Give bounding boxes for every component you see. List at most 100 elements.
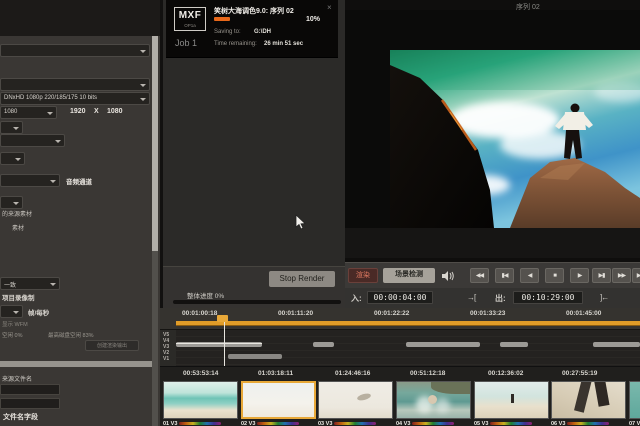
transport-bar: 渲染 场景检测 ◀◀ ▮◀ ◀ ■ ▶ ▶▮ ▶▶ ▶▶▮ [345,262,640,288]
chevron-down-icon [13,202,19,208]
in-point-label: 入: [351,293,362,304]
fps-label: 帧/每秒 [28,307,49,317]
saving-to-value: G:\DH [254,29,271,35]
playhead-line[interactable] [224,322,225,366]
render-queue-panel: MXF OP1a Job 1 笑树大海调色9.0: 序列 02 10% × Sa… [160,0,345,308]
track-label[interactable]: V1 [163,356,169,362]
render-queue-footer: Stop Render 整体进度 0% [163,266,348,308]
rewind-button[interactable]: ◀◀ [470,268,489,283]
stop-render-button[interactable]: Stop Render [269,271,335,287]
resolution-x-separator: X [94,108,99,115]
stop-button[interactable]: ■ [545,268,564,283]
timeline-clip[interactable] [406,342,480,347]
monitor-panel: 序列 02 [345,0,640,308]
play-button[interactable]: ▶ [570,268,589,283]
fast-forward-button[interactable]: ▶▶ [612,268,631,283]
mark-out-icon[interactable]: ]← [600,293,608,302]
clip-timecode: 00:51:12:18 [410,370,445,377]
timeline-ruler[interactable]: 00:01:00:18 00:01:11:20 00:01:22:22 00:0… [160,308,640,330]
format-preset-dropdown[interactable]: DNxHD 1080p 220/185/175 10 bits [0,92,150,105]
clip-thumbnail[interactable] [629,381,640,419]
timeline-clip[interactable] [313,342,334,347]
export-dropdown-1[interactable] [0,44,150,57]
app-window: DNxHD 1080p 220/185/175 10 bits 1080 192… [0,0,640,426]
source-filename-label: 来源文件名 [2,374,32,383]
audio-channel-dropdown[interactable] [0,174,60,187]
create-output-button[interactable]: 创建渲染输出 [85,340,139,351]
job-percent: 10% [306,16,320,23]
timeline-clip[interactable] [593,342,640,347]
clip-label: 03 V3 [318,421,332,426]
out-point-value[interactable]: 00:10:29:00 [513,291,583,304]
match-setting-dropdown[interactable]: 一致 [0,277,60,290]
render-button[interactable]: 渲染 [348,268,378,283]
scrollbar-thumb[interactable] [152,36,158,251]
clip-timecode: 00:27:55:19 [562,370,597,377]
ruler-timecode: 00:01:45:00 [566,310,601,317]
mark-in-icon[interactable]: →[ [467,293,475,302]
clip-label: 07 V3 [629,421,640,426]
timeline-panel: 00:01:00:18 00:01:11:20 00:01:22:22 00:0… [160,308,640,426]
clip-bin-strip: 00:53:53:14 01:03:18:11 01:24:46:16 00:5… [160,366,640,426]
wfm-display-label: 显示 WFM [2,320,28,328]
clip-thumbnail-selected[interactable] [241,381,316,419]
timeline-clip[interactable] [228,354,282,359]
preview-lower-mask [345,228,640,258]
export-dropdown-2[interactable] [0,78,150,91]
speaker-icon[interactable] [441,270,455,282]
panel-scrollbar[interactable] [152,36,158,426]
close-icon[interactable]: × [327,3,332,12]
track-header-column: V5 V4 V3 V2 V1 [160,330,176,366]
clip-thumbnail[interactable] [163,381,238,419]
clip-thumbnail[interactable] [318,381,393,419]
color-scope-strip [412,422,454,425]
mxf-format-label: MXF [175,10,205,21]
clip-label: 05 V3 [474,421,488,426]
scene-detect-button[interactable]: 场景检测 [383,268,435,283]
timeline-clip[interactable] [500,342,528,347]
step-back-button[interactable]: ◀ [520,268,539,283]
export-dropdown-4[interactable] [0,134,65,147]
chevron-down-icon [47,112,53,118]
color-scope-strip [334,422,376,425]
crosshair-horizontal [176,343,262,344]
project-record-label: 项目录像制 [2,292,35,302]
frame-width-value: 1920 [70,108,86,115]
color-scope-strip [490,422,532,425]
size-preset-value: 1080 [4,109,17,115]
video-scene [390,50,640,228]
clip-timecode: 01:03:18:11 [258,370,293,377]
export-panel-header [0,0,160,36]
previous-frame-button[interactable]: ▮◀ [495,268,514,283]
playhead-marker[interactable] [217,315,228,322]
disk-max-stat: 最高磁盘空闲 83% [48,331,94,339]
filename-input-2[interactable] [0,398,60,409]
next-frame-button[interactable]: ▶▮ [592,268,611,283]
color-scope-strip [567,422,609,425]
in-point-value[interactable]: 00:00:04:00 [367,291,433,304]
clip-thumbnail[interactable] [474,381,549,419]
size-preset-dropdown[interactable]: 1080 [0,106,57,119]
mouse-cursor [295,214,306,230]
filename-input-1[interactable] [0,384,60,395]
job-progress-chip [214,17,230,21]
export-dropdown-3[interactable] [0,121,23,134]
chevron-down-icon [13,311,19,317]
clip-label: 01 V3 [163,421,177,426]
chevron-down-icon [55,140,61,146]
clip-thumbnail[interactable] [551,381,626,419]
match-setting-value: 一致 [4,280,16,289]
export-dropdown-6[interactable] [0,196,23,209]
export-dropdown-5[interactable] [0,152,25,165]
chevron-down-icon [50,180,56,186]
go-to-end-button[interactable]: ▶▶▮ [632,268,640,283]
source-material-row-2: 素材 [12,223,24,232]
frame-height-value: 1080 [107,108,123,115]
clip-thumbnail[interactable] [396,381,471,419]
framerate-dropdown[interactable] [0,305,23,318]
audio-channel-label: 音频通道 [66,176,92,186]
clip-timecode: 00:12:36:02 [488,370,523,377]
in-out-bar: 入: 00:00:04:00 →[ 出: 00:10:29:00 ]← [345,288,640,308]
chevron-down-icon [13,127,19,133]
mxf-format-sub: OP1a [175,23,205,28]
